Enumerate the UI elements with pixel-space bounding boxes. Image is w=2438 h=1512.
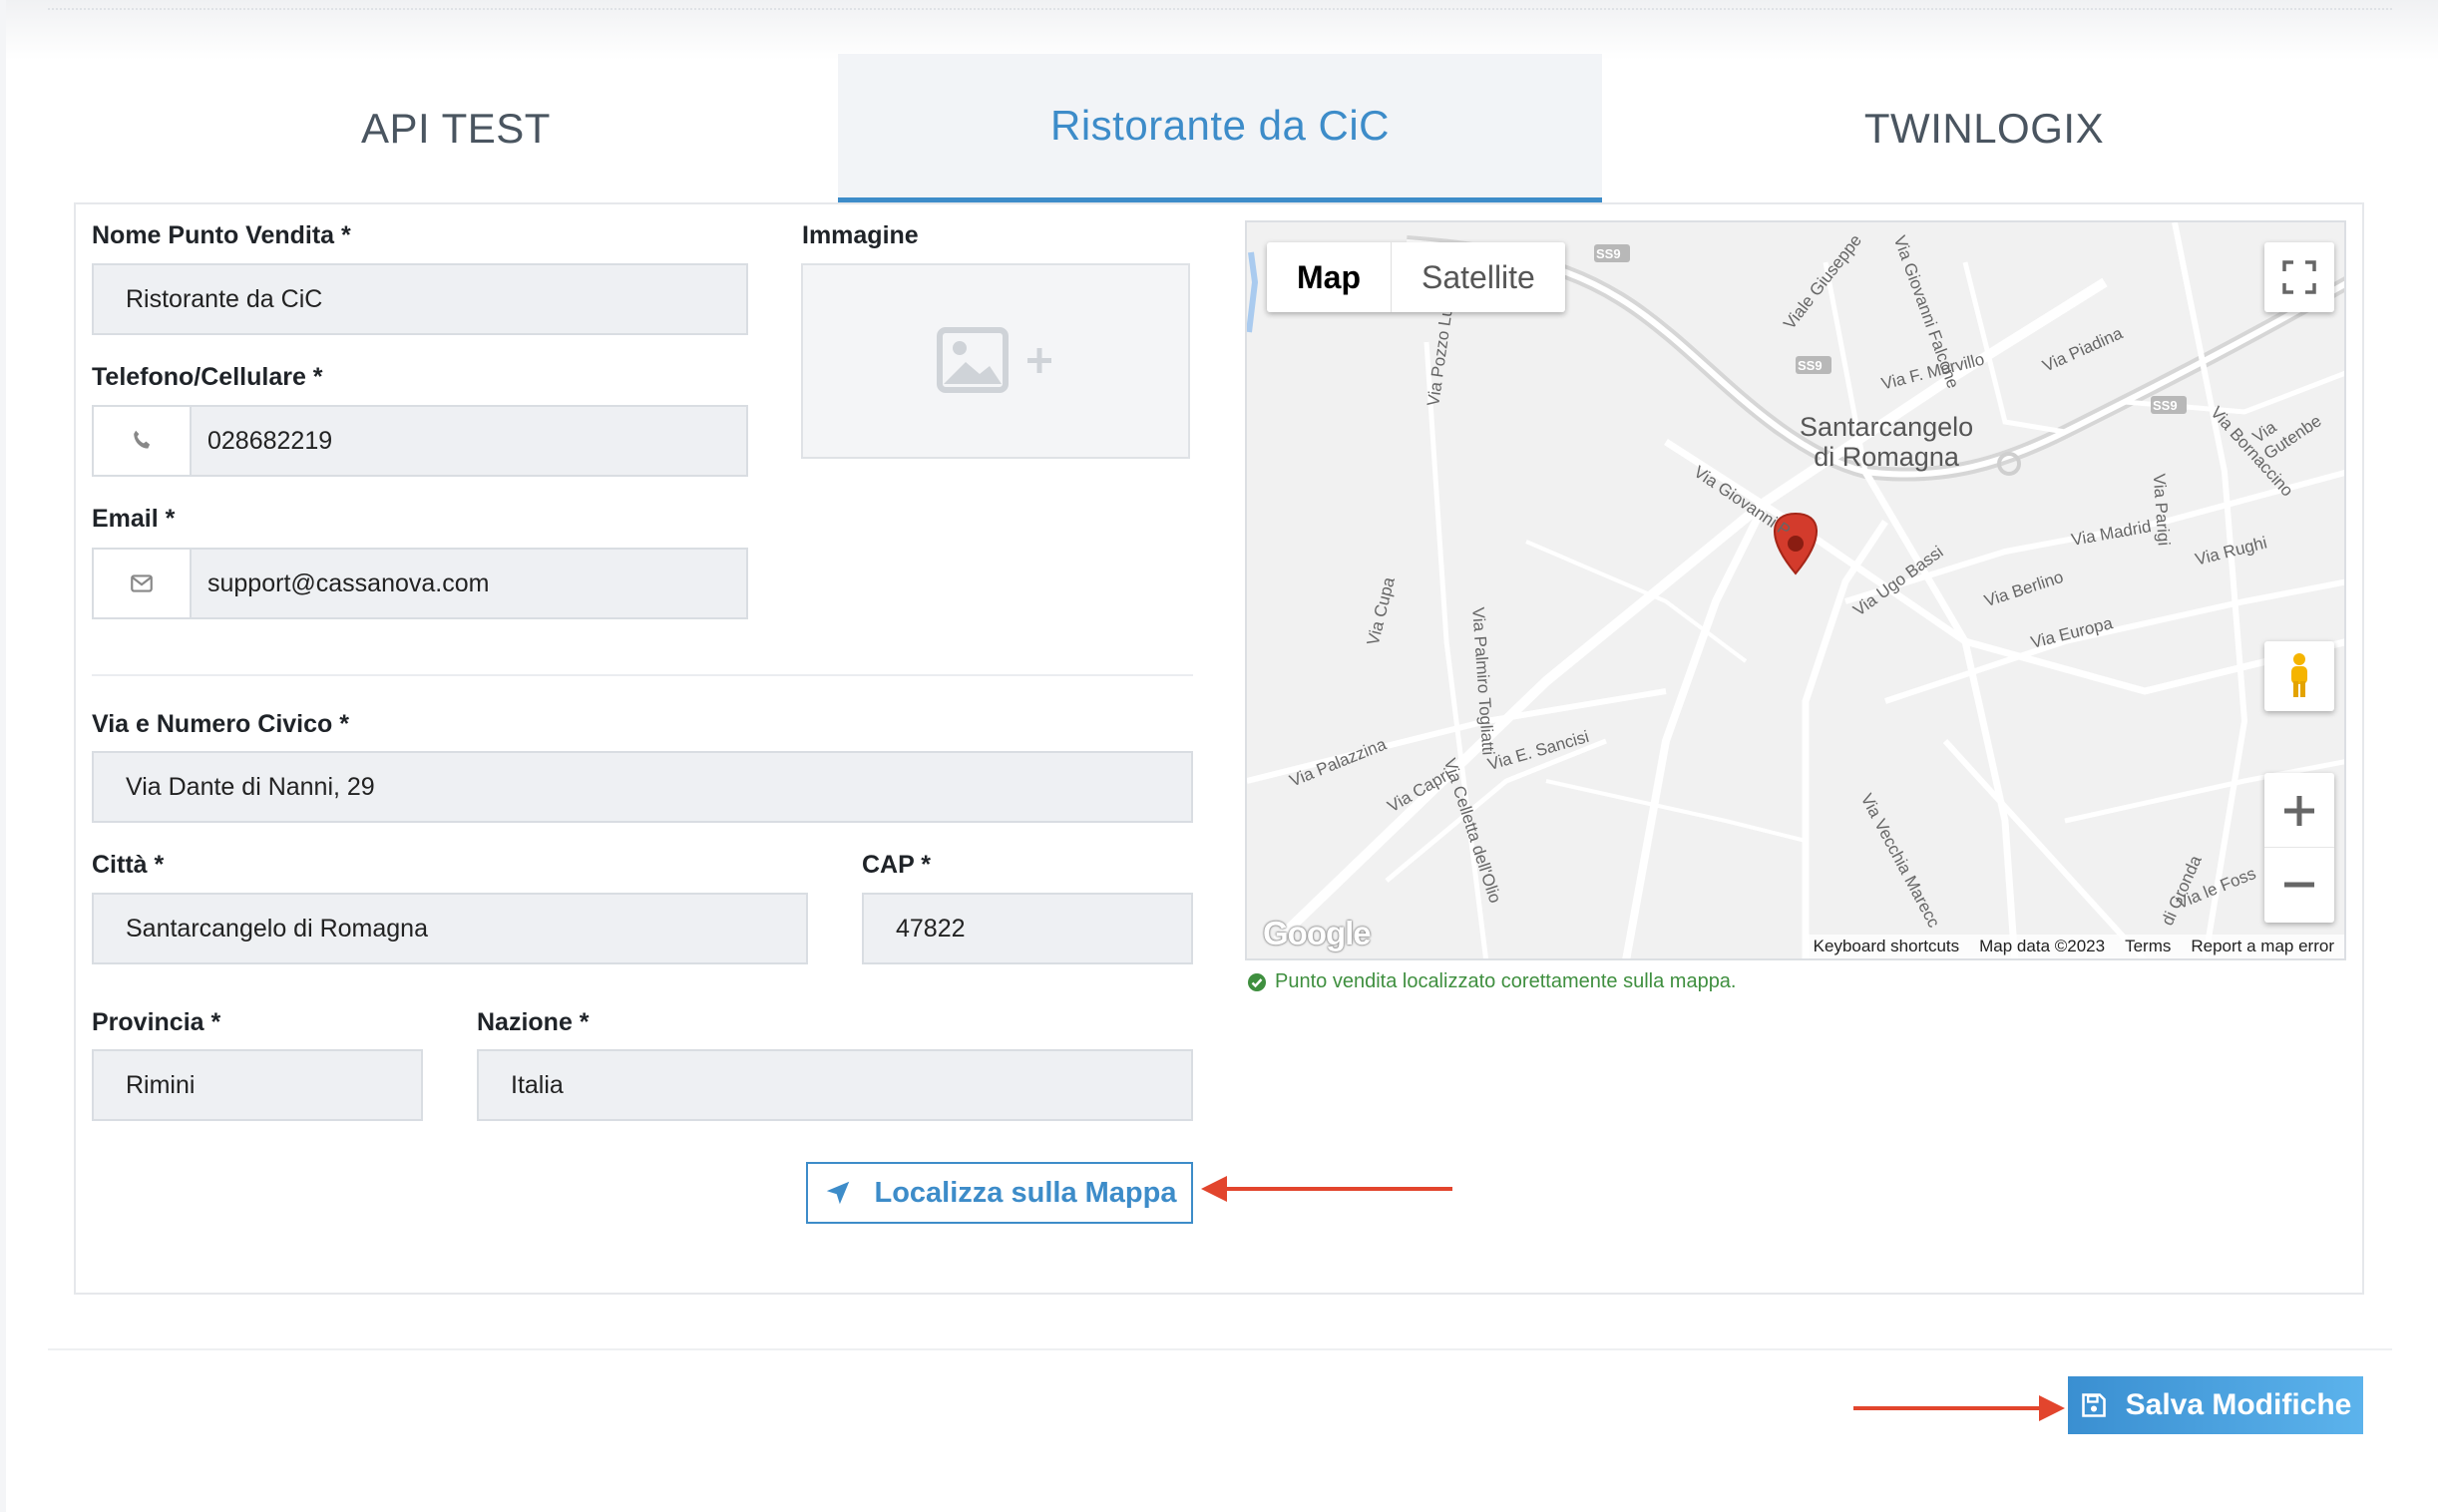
tab-ristorante-da-cic[interactable]: Ristorante da CiC [838,54,1602,203]
floppy-disk-icon [2081,1393,2106,1417]
locate-on-map-button[interactable]: Localizza sulla Mappa [806,1162,1193,1224]
city-label: Città * [92,851,165,879]
email-field[interactable]: support@cassanova.com [190,548,748,619]
fullscreen-button[interactable] [2264,242,2334,312]
road-badge-2: SS9 [1798,358,1823,373]
save-changes-label: Salva Modifiche [2125,1388,2352,1421]
road-badge-1: SS9 [1596,246,1621,261]
country-label: Nazione * [477,1008,590,1036]
image-label: Immagine [802,221,919,249]
email-label: Email * [92,505,176,533]
annotation-arrowhead-locate [1201,1176,1227,1202]
name-field[interactable]: Ristorante da CiC [92,263,748,335]
footer-divider [48,1348,2392,1350]
plus-icon [2284,795,2314,826]
terms-link[interactable]: Terms [2125,937,2171,956]
phone-icon [134,430,151,449]
phone-label: Telefono/Cellulare * [92,363,323,391]
map-type-toggle: Map Satellite [1267,242,1565,312]
page: API TEST Ristorante da CiC TWINLOGIX Nom… [0,0,2438,1512]
tab-twinlogix[interactable]: TWINLOGIX [1602,54,2366,203]
province-label: Provincia * [92,1008,221,1036]
annotation-arrowhead-save [2039,1395,2065,1421]
fullscreen-icon [2282,260,2316,294]
image-upload[interactable] [801,263,1190,459]
zoom-controls [2264,773,2334,923]
map-data-text: Map data ©2023 [1979,937,2106,955]
map-status-text: Punto vendita localizzato corettamente s… [1275,970,1737,992]
save-changes-button[interactable]: Salva Modifiche [2068,1376,2363,1434]
cap-label: CAP * [862,851,932,879]
form-divider [92,674,1193,676]
left-edge [0,0,6,1512]
country-field[interactable]: Italia [477,1049,1193,1121]
map-town-line-2: di Romagna [1814,442,1959,472]
report-map-error-link[interactable]: Report a map error [2191,937,2334,956]
tab-api-test[interactable]: API TEST [74,54,838,203]
street-field[interactable]: Via Dante di Nanni, 29 [92,751,1193,823]
phone-field[interactable]: 028682219 [190,405,748,477]
zoom-out-button[interactable] [2264,848,2334,922]
phone-addon [92,405,192,477]
road-badge-3: SS9 [2153,398,2178,413]
envelope-icon [131,574,153,592]
province-field[interactable]: Rimini [92,1049,423,1121]
cap-field[interactable]: 47822 [862,893,1193,964]
minus-icon [2284,882,2314,888]
google-logo: Google [1263,915,1372,951]
map-town-line-1: Santarcangelo [1800,412,1974,442]
add-image-icon [937,327,1051,393]
map-status: Punto vendita localizzato corettamente s… [1247,970,1737,993]
top-divider [48,8,2392,10]
map-canvas [1247,222,2344,958]
check-circle-icon [1248,972,1266,991]
pegman-button[interactable] [2264,641,2334,711]
email-addon [92,548,192,619]
map-type-satellite-button[interactable]: Satellite [1392,242,1565,312]
map[interactable]: SS9 SS9 SS9 Santarcangelo di Romagna Via… [1245,220,2346,960]
map-town-label: Santarcangelo di Romagna [1800,412,1973,472]
map-type-map-button[interactable]: Map [1267,242,1392,312]
location-arrow-icon [826,1181,849,1205]
city-field[interactable]: Santarcangelo di Romagna [92,893,808,964]
map-footer: Keyboard shortcuts Map data ©2023 Terms … [1803,935,2344,958]
keyboard-shortcuts-link[interactable]: Keyboard shortcuts [1814,937,1959,956]
pegman-icon [2291,653,2307,697]
zoom-in-button[interactable] [2264,774,2334,848]
annotation-arrow-save [1853,1406,2043,1410]
name-label: Nome Punto Vendita * [92,221,351,249]
annotation-arrow-locate [1221,1187,1452,1191]
street-label: Via e Numero Civico * [92,710,349,738]
locate-on-map-label: Localizza sulla Mappa [874,1176,1177,1209]
store-tabs: API TEST Ristorante da CiC TWINLOGIX [74,54,2366,203]
